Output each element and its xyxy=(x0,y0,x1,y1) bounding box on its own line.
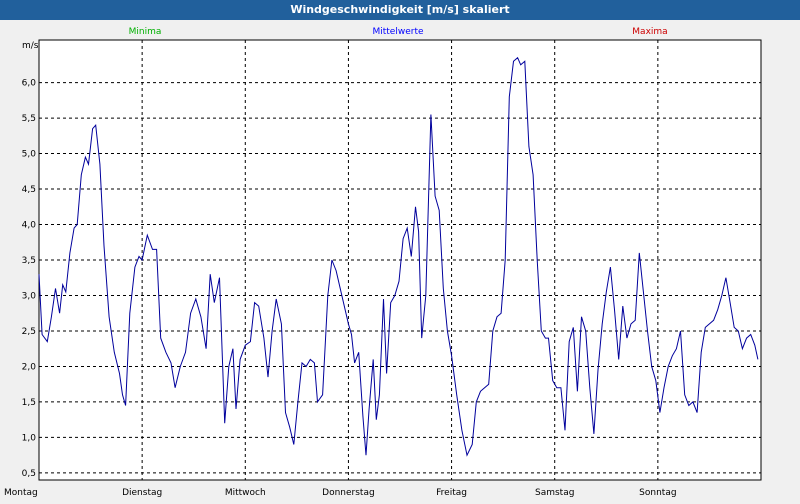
legend-maxima: Maxima xyxy=(632,27,667,37)
y-axis-ticks: 0,5 1,0 1,5 2,0 2,5 3,0 3,5 4,0 4,5 5,0 5,5 6,0 xyxy=(22,79,37,479)
x-label-day: Sonntag xyxy=(639,488,676,498)
x-label-day: Freitag xyxy=(436,488,467,498)
y-axis-unit: m/s xyxy=(22,41,39,51)
legend-mittelwerte: Mittelwerte xyxy=(372,27,423,37)
x-label-day: Donnerstag xyxy=(322,488,375,498)
y-tick-label: 4,0 xyxy=(22,221,37,231)
x-axis-labels: Montag18.05.09Dienstag19.05.09Mittwoch20… xyxy=(4,488,677,498)
x-label-day: Dienstag xyxy=(122,488,162,498)
x-label-day: Samstag xyxy=(535,488,574,498)
y-tick-label: 3,0 xyxy=(22,291,37,301)
y-tick-label: 0,5 xyxy=(22,469,36,479)
y-tick-label: 6,0 xyxy=(22,79,37,89)
y-tick-label: 1,5 xyxy=(22,398,36,408)
y-tick-label: 2,5 xyxy=(22,327,36,337)
y-tick-label: 5,5 xyxy=(22,114,36,124)
window-title: Windgeschwindigkeit [m/s] skaliert xyxy=(0,0,800,20)
y-tick-label: 4,5 xyxy=(22,185,36,195)
y-tick-label: 1,0 xyxy=(22,433,37,443)
chart-window: Windgeschwindigkeit [m/s] skaliert 0,5 1,… xyxy=(0,0,800,500)
x-label-day: Mittwoch xyxy=(225,488,266,498)
y-tick-label: 5,0 xyxy=(22,150,37,160)
wind-speed-chart: 0,5 1,0 1,5 2,0 2,5 3,0 3,5 4,0 4,5 5,0 5,5 6,0 m/s… xyxy=(4,27,762,498)
x-label-day: Montag xyxy=(4,488,38,498)
y-tick-label: 2,0 xyxy=(22,362,37,372)
chart-area: 0,5 1,0 1,5 2,0 2,5 3,0 3,5 4,0 4,5 5,0 5,5 6,0 m/s… xyxy=(0,20,800,500)
y-tick-label: 3,5 xyxy=(22,256,36,266)
legend-minima: Minima xyxy=(129,27,162,37)
